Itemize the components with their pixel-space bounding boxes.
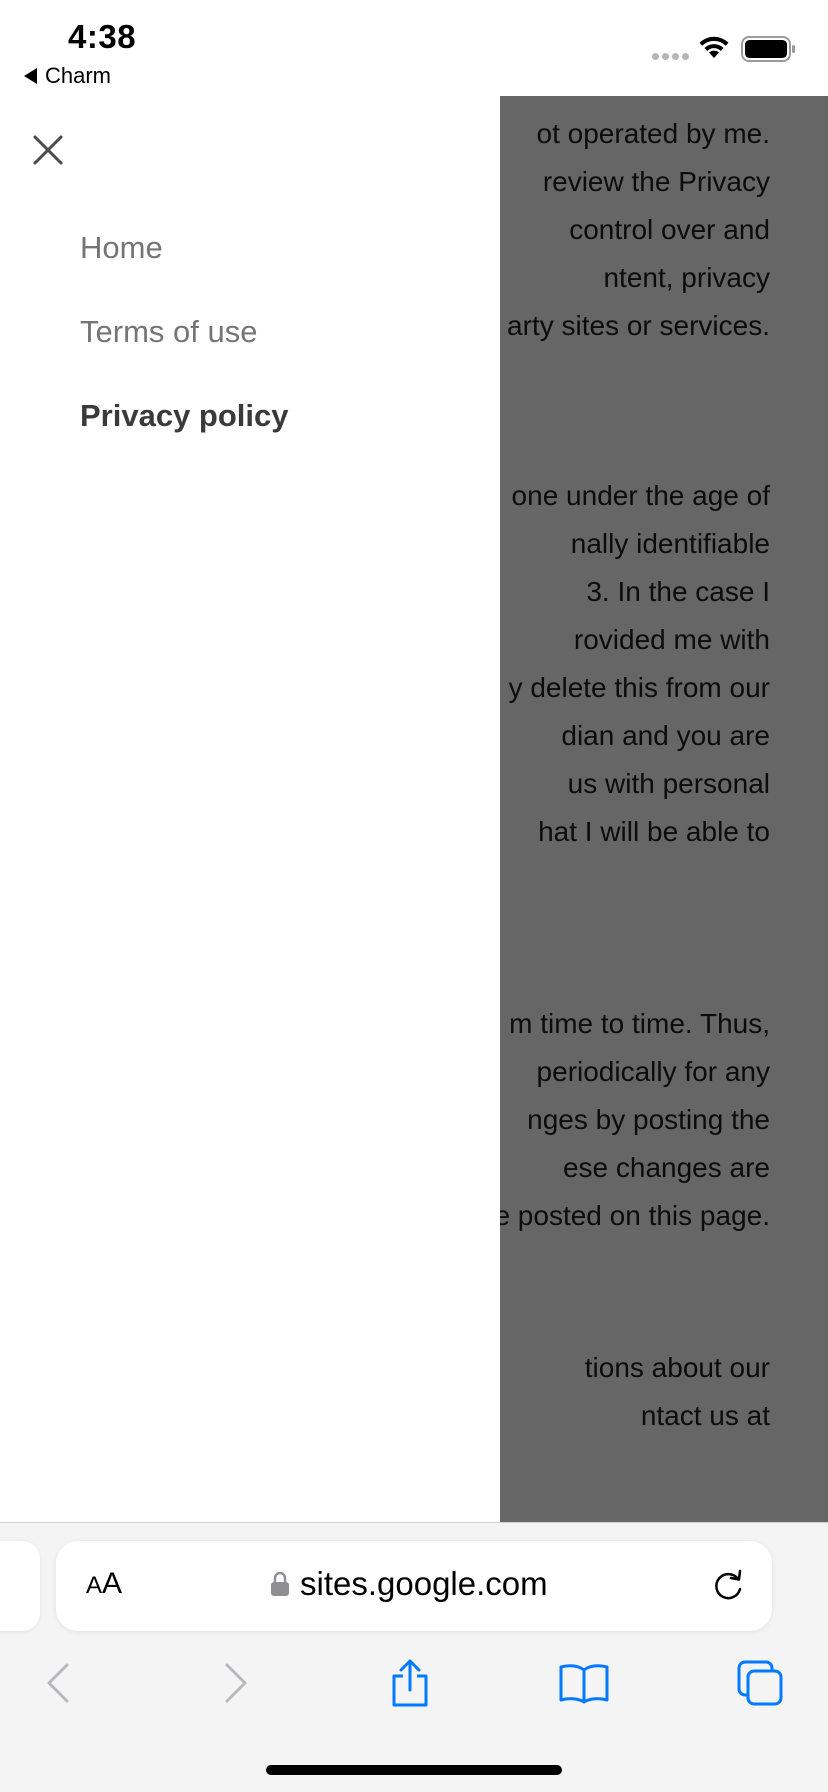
cellular-signal-icon xyxy=(652,53,689,60)
tabs-icon xyxy=(737,1660,783,1706)
tabs-button[interactable] xyxy=(730,1653,790,1713)
back-to-app-button[interactable]: Charm xyxy=(24,63,111,89)
nav-link-privacy-policy[interactable]: Privacy policy xyxy=(80,398,289,434)
book-icon xyxy=(559,1664,609,1704)
lock-icon xyxy=(271,1571,289,1596)
text-size-button[interactable]: AA xyxy=(86,1567,122,1601)
url-text: sites.google.com xyxy=(300,1565,548,1602)
close-icon xyxy=(33,135,63,165)
previous-tab-peek[interactable] xyxy=(0,1541,40,1631)
back-triangle-icon xyxy=(24,68,37,84)
close-menu-button[interactable] xyxy=(28,130,68,170)
nav-link-terms-of-use[interactable]: Terms of use xyxy=(80,314,257,350)
reload-icon[interactable] xyxy=(710,1567,746,1605)
bookmarks-button[interactable] xyxy=(554,1653,614,1713)
wifi-icon xyxy=(699,36,729,58)
battery-icon xyxy=(741,36,795,62)
share-button[interactable] xyxy=(380,1653,440,1713)
share-icon xyxy=(392,1659,428,1707)
status-bar: 4:38 Charm xyxy=(0,0,828,96)
back-app-label: Charm xyxy=(45,63,112,88)
safari-bottom-bar: AA sites.google.com xyxy=(0,1522,828,1792)
url-display[interactable]: sites.google.com xyxy=(270,1565,548,1603)
forward-button[interactable] xyxy=(206,1653,266,1713)
chevron-left-icon xyxy=(47,1663,69,1703)
address-bar[interactable]: AA sites.google.com xyxy=(56,1541,772,1631)
back-button[interactable] xyxy=(28,1653,88,1713)
status-time: 4:38 xyxy=(68,18,137,55)
navigation-drawer: Home Terms of use Privacy policy xyxy=(0,96,500,1522)
chevron-right-icon xyxy=(225,1663,247,1703)
home-indicator xyxy=(266,1765,562,1775)
nav-link-home[interactable]: Home xyxy=(80,230,163,266)
